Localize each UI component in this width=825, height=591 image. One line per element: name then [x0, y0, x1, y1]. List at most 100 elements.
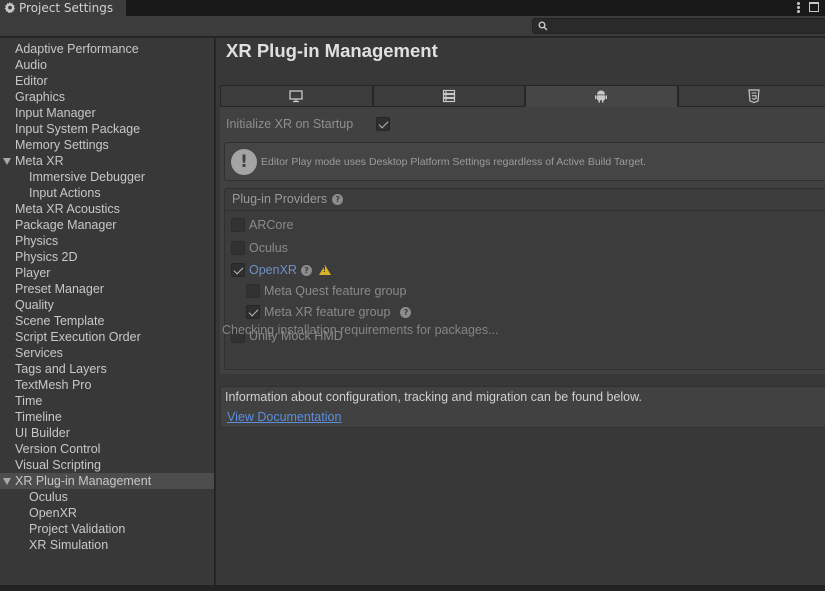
sidebar-item-memory-settings[interactable]: Memory Settings	[0, 137, 214, 153]
sidebar-item-adaptive-performance[interactable]: Adaptive Performance	[0, 41, 214, 57]
project-settings-tab[interactable]: Project Settings	[0, 0, 126, 16]
init-xr-checkbox[interactable]	[376, 117, 390, 131]
meta-quest-label: Meta Quest feature group	[264, 284, 407, 298]
sidebar-item-visual-scripting[interactable]: Visual Scripting	[0, 457, 214, 473]
search-input[interactable]	[532, 18, 825, 34]
html5-icon	[748, 89, 760, 103]
sidebar-item-preset-manager[interactable]: Preset Manager	[0, 281, 214, 297]
title-bar: Project Settings	[0, 0, 825, 16]
sidebar-item-label: Time	[15, 394, 43, 408]
sidebar-item-label: Package Manager	[15, 218, 117, 232]
window-controls	[797, 0, 819, 14]
sidebar-item-ui-builder[interactable]: UI Builder	[0, 425, 214, 441]
expand-caret-icon[interactable]	[3, 158, 11, 165]
sidebar-item-label: Visual Scripting	[15, 458, 101, 472]
settings-sidebar: Adaptive Performance Audio Editor Graphics I…	[0, 38, 215, 585]
help-icon[interactable]: ?	[300, 264, 312, 276]
sidebar-item-input-actions[interactable]: Input Actions	[0, 185, 214, 201]
sidebar-item-label: Input Actions	[29, 186, 101, 200]
sidebar-item-label: Physics	[15, 234, 59, 248]
sidebar-item-tags-and-layers[interactable]: Tags and Layers	[0, 361, 214, 377]
sidebar-item-physics-2d[interactable]: Physics 2D	[0, 249, 214, 265]
sidebar-item-label: Player	[15, 266, 51, 280]
sidebar-item-openxr[interactable]: OpenXR	[0, 505, 214, 521]
tab-webgl[interactable]	[677, 85, 825, 107]
meta-quest-checkbox[interactable]	[246, 284, 260, 298]
sidebar-item-label: Timeline	[15, 410, 62, 424]
sidebar-item-meta-xr-acoustics[interactable]: Meta XR Acoustics	[0, 201, 214, 217]
provider-arcore: ARCore	[231, 218, 293, 232]
sidebar-item-script-execution-order[interactable]: Script Execution Order	[0, 329, 214, 345]
view-documentation-link[interactable]: View Documentation	[227, 410, 341, 424]
provider-openxr: OpenXR ?	[231, 263, 331, 277]
sidebar-item-project-validation[interactable]: Project Validation	[0, 521, 214, 537]
maximize-icon[interactable]	[809, 2, 819, 12]
sidebar-item-time[interactable]: Time	[0, 393, 214, 409]
page-title: XR Plug-in Management	[226, 40, 438, 61]
android-icon	[595, 90, 608, 103]
sidebar-item-input-manager[interactable]: Input Manager	[0, 105, 214, 121]
sidebar-item-editor[interactable]: Editor	[0, 73, 214, 89]
openxr-link[interactable]: OpenXR	[249, 263, 297, 277]
sidebar-item-textmesh-pro[interactable]: TextMesh Pro	[0, 377, 214, 393]
platform-tabs	[220, 85, 825, 107]
sidebar-item-label: Preset Manager	[15, 282, 104, 296]
sidebar-item-label: Oculus	[29, 490, 68, 504]
help-icon[interactable]: ?	[332, 194, 344, 205]
info-text: Information about configuration, trackin…	[225, 390, 642, 404]
providers-header-label: Plug-in Providers	[232, 192, 328, 206]
sidebar-item-label: UI Builder	[15, 426, 70, 440]
sidebar-item-label: XR Simulation	[29, 538, 109, 552]
sidebar-item-services[interactable]: Services	[0, 345, 214, 361]
sidebar-item-player[interactable]: Player	[0, 265, 214, 281]
sidebar-item-quality[interactable]: Quality	[0, 297, 214, 313]
sidebar-item-xr-plug-in-management[interactable]: XR Plug-in Management	[0, 473, 214, 489]
sidebar-item-meta-xr[interactable]: Meta XR	[0, 153, 214, 169]
arcore-checkbox[interactable]	[231, 218, 245, 232]
feature-meta-xr: Meta XR feature group ?	[246, 305, 412, 319]
sidebar-item-immersive-debugger[interactable]: Immersive Debugger	[0, 169, 214, 185]
sidebar-item-label: Input Manager	[15, 106, 96, 120]
meta-xr-checkbox[interactable]	[246, 305, 260, 319]
sidebar-item-xr-simulation[interactable]: XR Simulation	[0, 537, 214, 553]
help-icon[interactable]: ?	[400, 306, 412, 318]
sidebar-item-label: TextMesh Pro	[15, 378, 92, 392]
tab-desktop[interactable]	[220, 85, 373, 107]
warning-icon[interactable]	[318, 265, 331, 275]
init-xr-label: Initialize XR on Startup	[226, 117, 354, 131]
sidebar-item-label: Services	[15, 346, 63, 360]
bottom-bar	[0, 585, 825, 591]
sidebar-item-scene-template[interactable]: Scene Template	[0, 313, 214, 329]
toolbar	[0, 16, 825, 37]
expand-caret-icon[interactable]	[3, 478, 11, 485]
main-panel: XR Plug-in Management Initialize XR on S…	[216, 38, 825, 585]
sidebar-item-label: Input System Package	[15, 122, 141, 136]
sidebar-item-audio[interactable]: Audio	[0, 57, 214, 73]
search-icon	[538, 21, 548, 31]
sidebar-item-label: XR Plug-in Management	[15, 474, 152, 488]
sidebar-item-physics[interactable]: Physics	[0, 233, 214, 249]
sidebar-item-label: Audio	[15, 58, 47, 72]
sidebar-item-label: Immersive Debugger	[29, 170, 146, 184]
sidebar-item-oculus[interactable]: Oculus	[0, 489, 214, 505]
gear-icon	[4, 2, 16, 14]
help-message: Editor Play mode uses Desktop Platform S…	[261, 155, 646, 168]
more-options-icon[interactable]	[797, 1, 800, 13]
sidebar-item-graphics[interactable]: Graphics	[0, 89, 214, 105]
openxr-checkbox[interactable]	[231, 263, 245, 277]
sidebar-item-label: Graphics	[15, 90, 66, 104]
tab-android[interactable]	[525, 85, 678, 107]
sidebar-item-version-control[interactable]: Version Control	[0, 441, 214, 457]
server-icon	[442, 89, 455, 103]
oculus-checkbox[interactable]	[231, 241, 245, 255]
sidebar-item-label: Script Execution Order	[15, 330, 141, 344]
sidebar-item-input-system-package[interactable]: Input System Package	[0, 121, 214, 137]
sidebar-item-package-manager[interactable]: Package Manager	[0, 217, 214, 233]
meta-xr-label: Meta XR feature group	[264, 305, 391, 319]
info-box: Information about configuration, trackin…	[220, 386, 825, 428]
sidebar-item-label: Adaptive Performance	[15, 42, 139, 56]
sidebar-item-timeline[interactable]: Timeline	[0, 409, 214, 425]
tab-server[interactable]	[372, 85, 525, 107]
oculus-label: Oculus	[249, 241, 288, 255]
arcore-label: ARCore	[249, 218, 294, 232]
